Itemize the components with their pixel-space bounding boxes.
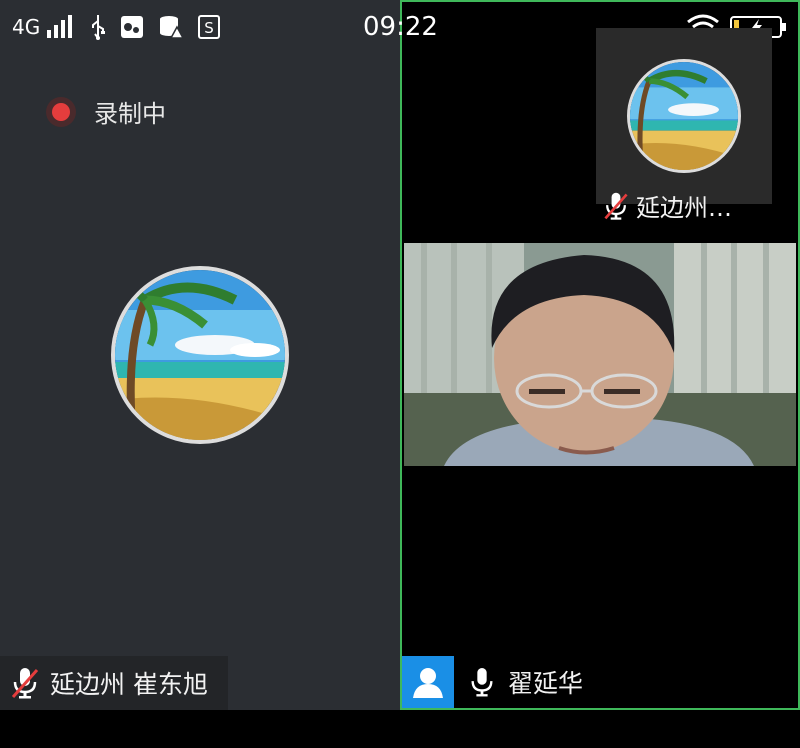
mic-muted-icon [11,668,39,699]
bottom-bar [0,710,800,748]
user-icon[interactable] [402,656,454,708]
status-time: 09:22 [363,12,438,42]
storage-icon: S [198,15,221,39]
pip-participant-name: 延边州… [636,194,732,222]
network-type: 4G [12,15,41,39]
media-icon [121,16,144,38]
pip-participant-avatar [627,59,741,173]
main-participant-name-tag: 翟延华 [402,656,583,708]
participant-avatar [111,266,289,444]
usb-icon [92,15,106,40]
main-participant-name: 翟延华 [508,669,584,698]
recording-label: 录制中 [94,100,166,128]
signal-icon [47,15,73,38]
status-bar-left: 4G S [12,12,221,42]
left-participant-pane[interactable]: 4G S 录制中 延边州 崔东旭 [0,0,400,710]
beach-avatar-image [630,62,738,170]
left-participant-name-tag: 延边州 崔东旭 [0,656,228,710]
left-participant-name: 延边州 崔东旭 [50,670,208,699]
pip-participant-tile[interactable]: 延边州… [596,28,772,222]
pip-participant-name-tag: 延边州… [602,188,732,223]
recording-indicator: 录制中 [46,94,166,129]
database-warning-icon [160,16,185,39]
video-frame-image [404,243,796,466]
record-icon [46,96,76,127]
beach-avatar-image [115,270,285,440]
mic-icon [471,668,493,697]
mic-muted-icon [604,192,628,220]
main-video-feed[interactable] [404,243,796,466]
svg-text:S: S [204,19,214,37]
